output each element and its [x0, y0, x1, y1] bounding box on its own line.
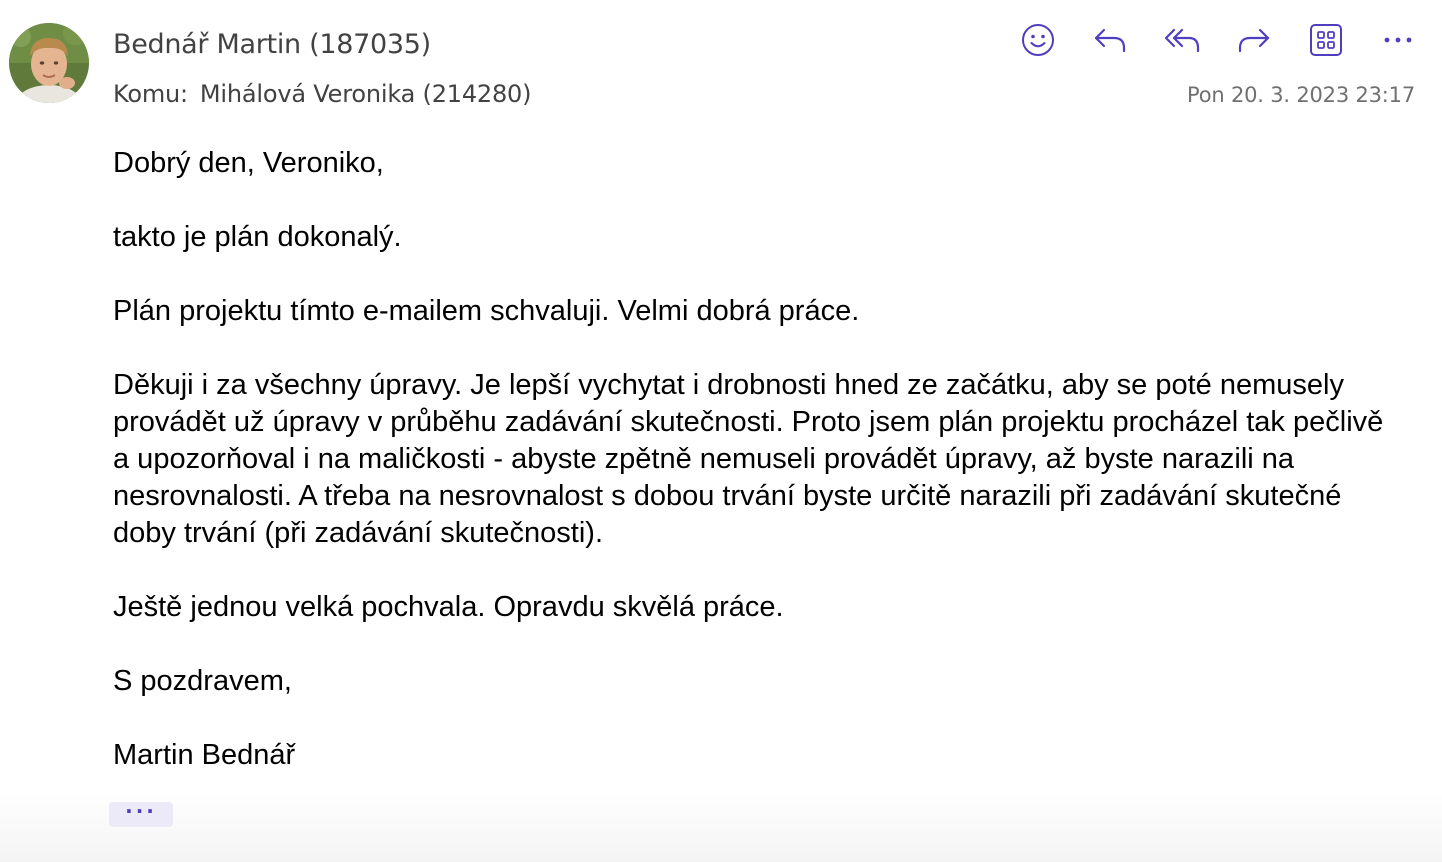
recipient-line: Komu: Mihálová Veronika (214280)	[113, 80, 531, 108]
message-timestamp: Pon 20. 3. 2023 23:17	[1187, 83, 1415, 107]
reply-icon	[1092, 25, 1128, 55]
message-paragraph: takto je plán dokonalý.	[113, 221, 402, 253]
sender-avatar[interactable]	[9, 23, 89, 103]
more-icon	[1383, 35, 1413, 45]
forward-button[interactable]	[1230, 18, 1278, 62]
to-label: Komu:	[113, 80, 188, 108]
forward-icon	[1236, 25, 1272, 55]
show-quoted-text-button[interactable]: ···	[109, 798, 173, 827]
message-body: Dobrý den, Veroniko, takto je plán dokon…	[113, 145, 1403, 811]
react-button[interactable]	[1014, 18, 1062, 62]
ellipsis-icon: ···	[125, 798, 157, 823]
more-actions-button[interactable]	[1374, 18, 1422, 62]
message-paragraph: S pozdravem,	[113, 665, 292, 697]
message-signature: Martin Bednář	[113, 739, 296, 771]
apps-icon	[1309, 23, 1343, 57]
reply-all-button[interactable]	[1158, 18, 1206, 62]
sender-name[interactable]: Bednář Martin (187035)	[113, 29, 431, 60]
reply-button[interactable]	[1086, 18, 1134, 62]
message-paragraph: Plán projektu tímto e-mailem schvaluji. …	[113, 295, 860, 327]
recipient-name[interactable]: Mihálová Veronika (214280)	[200, 80, 532, 108]
message-paragraph: Ještě jednou velká pochvala. Opravdu skv…	[113, 591, 784, 623]
message-paragraph: Děkuji i za všechny úpravy. Je lepší vyc…	[113, 369, 1384, 549]
message-paragraph: Dobrý den, Veroniko,	[113, 147, 384, 179]
apps-button[interactable]	[1302, 18, 1350, 62]
smiley-icon	[1021, 23, 1055, 57]
reply-all-icon	[1163, 25, 1201, 55]
